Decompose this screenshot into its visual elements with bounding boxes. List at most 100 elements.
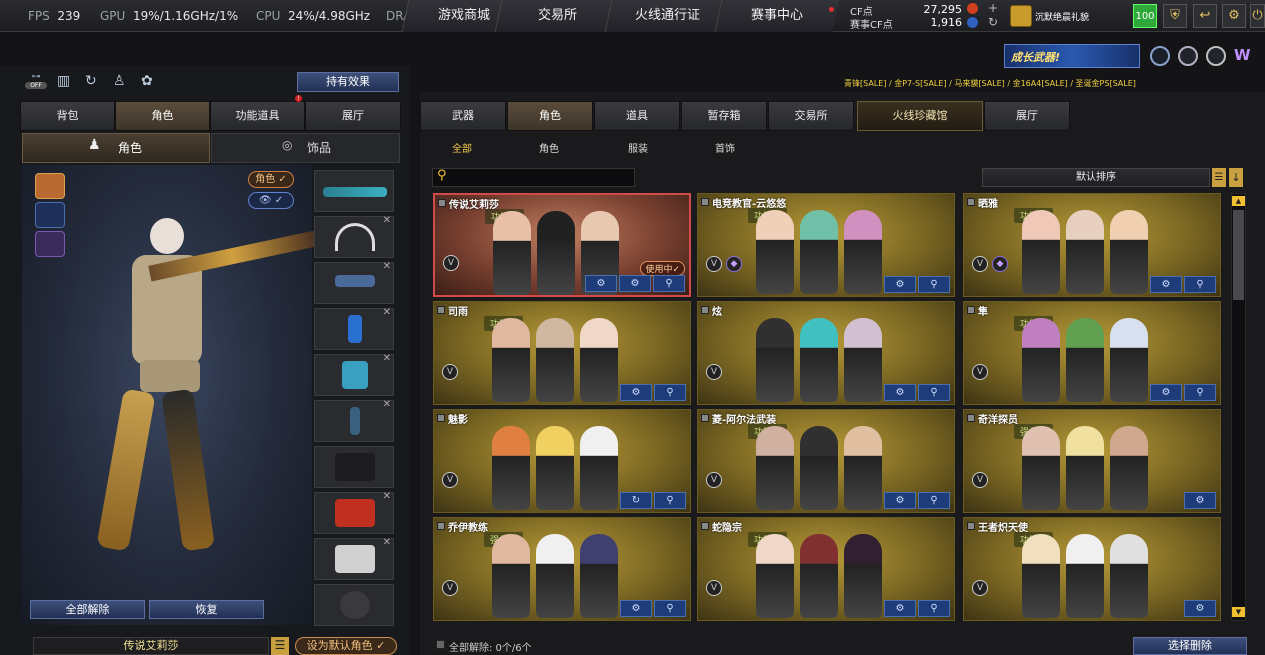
customize-button[interactable]: ⚙ (884, 276, 916, 293)
inspect-button[interactable]: ⚲ (654, 492, 686, 509)
set-default-character-button[interactable]: 设为默认角色 ✓ (295, 637, 397, 655)
tab-exhibit[interactable]: 展厅 (984, 101, 1070, 131)
unequip-all-button[interactable]: 全部解除 (30, 600, 145, 619)
filter-character[interactable]: 角色 (539, 140, 559, 155)
slot-weapon[interactable] (314, 170, 394, 212)
tab-function-items[interactable]: 功能道具 (210, 101, 305, 131)
customize-button[interactable]: ⚙ (884, 492, 916, 509)
customize-button[interactable]: ⚙ (620, 600, 652, 617)
customize-button[interactable]: ⚙ (1150, 276, 1182, 293)
sort-order-icon[interactable]: ↓ (1229, 168, 1243, 187)
refresh-icon[interactable]: ↻ (988, 15, 998, 29)
inspect-button[interactable]: ⚲ (918, 276, 950, 293)
power-icon[interactable]: ⏻ (1250, 4, 1265, 28)
scroll-down-icon[interactable]: ▼ (1232, 607, 1245, 617)
nav-battle-pass[interactable]: 火线通行证 (604, 0, 730, 32)
inspect-button[interactable]: ⚲ (653, 275, 685, 292)
search-input[interactable] (432, 168, 635, 187)
character-card[interactable]: 电竞教官-云悠悠功能型V◆⚙⚲ (697, 193, 955, 297)
character-card[interactable]: 王者炽天使功能型V⚙ (963, 517, 1221, 621)
eye-visible-badge[interactable]: 👁 ✓ (248, 192, 294, 209)
character-card[interactable]: 传说艾莉莎功能型V使用中✓⚙⚙⚲ (433, 193, 691, 297)
sale-ticker[interactable]: 青锋[SALE] / 金P7-S[SALE] / 马来貘[SALE] / 金16… (844, 78, 1136, 89)
username[interactable]: 沉默绝晨礼貌 (1035, 10, 1089, 23)
customize-button[interactable]: ⚙ (1184, 600, 1216, 617)
character-card[interactable]: 炫 V ⚙ ⚲ (697, 301, 955, 405)
sort-dropdown[interactable]: 默认排序 (982, 168, 1210, 187)
customize-button[interactable]: ⚙ (884, 384, 916, 401)
back-icon[interactable]: ↩ (1193, 4, 1217, 28)
avatar[interactable] (1010, 5, 1032, 27)
slot-disc[interactable] (314, 584, 394, 626)
tab-trade[interactable]: 交易所 (768, 101, 854, 131)
scrollbar-thumb[interactable] (1233, 210, 1244, 300)
tab-storage[interactable]: 暂存箱 (681, 101, 767, 131)
pet-icon[interactable]: ✿ (141, 73, 159, 91)
tab-collection-hall[interactable]: 火线珍藏馆 (857, 101, 983, 131)
filter-jewelry[interactable]: 首饰 (715, 140, 735, 155)
toggle-icon[interactable]: ⊶ OFF (25, 72, 47, 92)
slot-backpack[interactable]: ✕ (314, 353, 394, 396)
tab-backpack[interactable]: 背包 (20, 101, 115, 131)
refresh-button[interactable]: ↻ (620, 492, 652, 509)
hold-effect-button[interactable]: 持有效果 (297, 72, 399, 92)
filter-outfit[interactable]: 服装 (628, 140, 648, 155)
nav-exchange[interactable]: 交易所 (494, 0, 620, 32)
customize-button[interactable]: ⚙ (1184, 492, 1216, 509)
w-logo-icon[interactable]: W (1234, 46, 1256, 66)
tab-weapons[interactable]: 武器 (420, 101, 506, 131)
character-card[interactable]: 奇洋探员强化型V⚙ (963, 409, 1221, 513)
tab-items[interactable]: 道具 (594, 101, 680, 131)
character-card[interactable]: 司雨功能型V⚙⚲ (433, 301, 691, 405)
slot-radio[interactable]: ✕ (314, 307, 394, 350)
inspect-button[interactable]: ⚲ (654, 384, 686, 401)
inspect-button[interactable]: ⚲ (918, 600, 950, 617)
skill-slot-water-icon[interactable] (35, 202, 65, 228)
slot-flashlight[interactable]: ✕ (314, 399, 394, 442)
inspect-button[interactable]: ⚲ (918, 492, 950, 509)
subtab-character[interactable]: 角色 (22, 133, 210, 163)
badge-icon-2[interactable] (1178, 46, 1198, 66)
character-card[interactable]: 乔伊教练强化型V⚙⚲ (433, 517, 691, 621)
skill-slot-wing-icon[interactable] (35, 231, 65, 257)
customize-button[interactable]: ⚙ (1150, 384, 1182, 401)
badge-icon-1[interactable] (1150, 46, 1170, 66)
nav-event-center[interactable]: 赛事中心 (714, 0, 840, 32)
settings-button[interactable]: ⚙ (619, 275, 651, 292)
slot-glasses[interactable]: ✕ (314, 261, 394, 304)
tab-showroom[interactable]: 展厅 (305, 101, 401, 131)
sort-list-icon[interactable]: ☰ (1212, 168, 1226, 187)
character-card[interactable]: 隼功能型V⚙⚲ (963, 301, 1221, 405)
slot-headphones[interactable]: ✕ (314, 215, 394, 258)
character-card[interactable]: 魅影 V ↻ ⚲ (433, 409, 691, 513)
character-card[interactable]: 晒雅功能型V◆⚙⚲ (963, 193, 1221, 297)
select-delete-button[interactable]: 选择删除 (1133, 637, 1247, 655)
gear-icon[interactable]: ⚙ (1222, 4, 1246, 28)
character-card[interactable]: 菱-阿尔法武装功能型V⚙⚲ (697, 409, 955, 513)
tab-character[interactable]: 角色 (115, 101, 210, 131)
inspect-button[interactable]: ⚲ (1184, 384, 1216, 401)
inspect-button[interactable]: ⚲ (918, 384, 950, 401)
add-cf-icon[interactable]: + (988, 1, 998, 15)
pose-icon[interactable]: ♙ (113, 73, 131, 91)
skill-slot-fire-icon[interactable] (35, 173, 65, 199)
scroll-up-icon[interactable]: ▲ (1232, 196, 1245, 206)
slot-white-dragon[interactable]: ✕ (314, 537, 394, 580)
tab-characters[interactable]: 角色 (507, 101, 593, 131)
filter-all[interactable]: 全部 (452, 140, 472, 155)
stats-icon[interactable]: ▥ (57, 73, 75, 91)
restore-button[interactable]: 恢复 (149, 600, 264, 619)
subtab-accessory[interactable]: 饰品 (211, 133, 400, 163)
customize-button[interactable]: ⚙ (585, 275, 617, 292)
character-card[interactable]: 蛇隐宗功能型V⚙⚲ (697, 517, 955, 621)
rank-icon[interactable]: ⛨ (1163, 4, 1187, 28)
role-visible-badge[interactable]: 角色 ✓ (248, 171, 294, 188)
inspect-button[interactable]: ⚲ (1184, 276, 1216, 293)
badge-icon-3[interactable] (1206, 46, 1226, 66)
slot-red-dragon[interactable]: ✕ (314, 491, 394, 534)
list-icon[interactable]: ☰ (271, 637, 289, 655)
customize-button[interactable]: ⚙ (620, 384, 652, 401)
growth-weapon-banner[interactable]: 成长武器! (1004, 44, 1140, 68)
customize-button[interactable]: ⚙ (884, 600, 916, 617)
slot-empty[interactable] (314, 446, 394, 488)
